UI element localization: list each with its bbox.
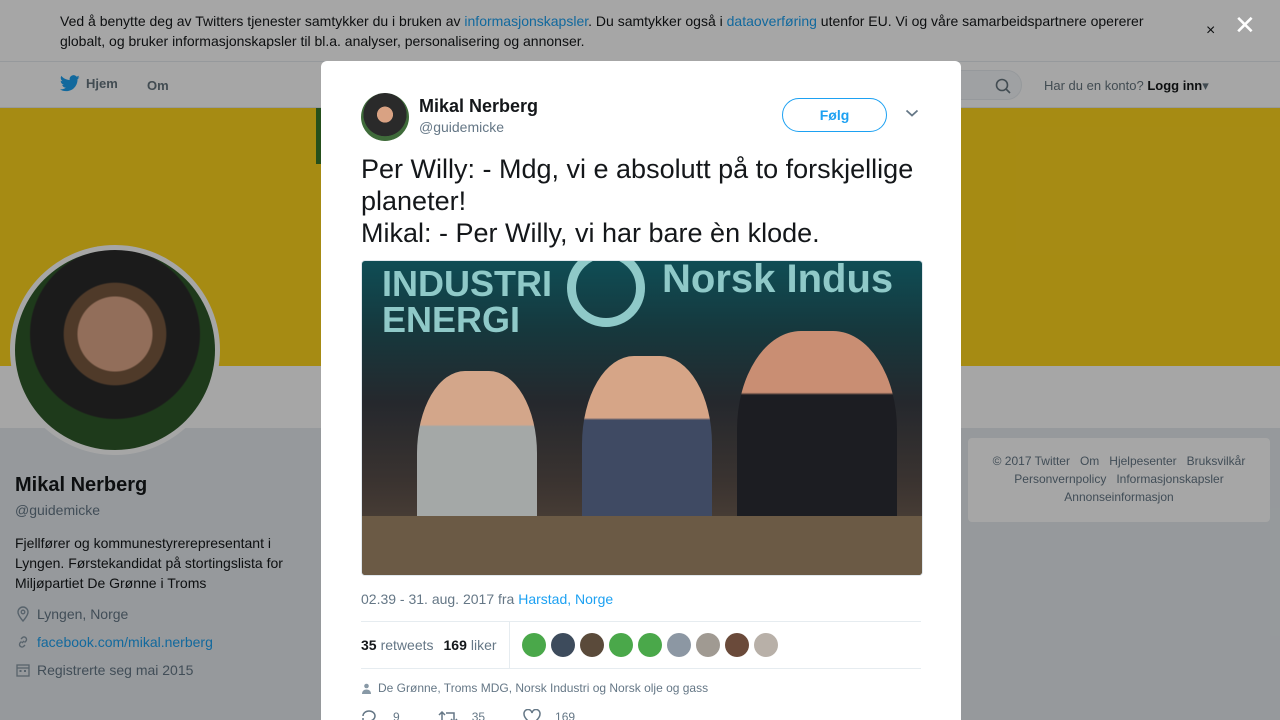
liker-avatar[interactable]	[637, 633, 662, 657]
tweet-line: Per Willy: - Mdg, vi e absolutt på to fo…	[361, 154, 914, 216]
timestamp-text: 02.39 - 31. aug. 2017 fra	[361, 591, 519, 607]
liker-avatar[interactable]	[579, 633, 604, 657]
liker-avatar[interactable]	[666, 633, 691, 657]
tweet-actions: 9 35 169	[361, 709, 613, 720]
reply-icon	[362, 710, 376, 720]
tweet-modal: Mikal Nerberg @guidemicke Følg Per Willy…	[321, 61, 961, 720]
reply-button[interactable]: 9	[361, 709, 400, 720]
follow-button[interactable]: Følg	[782, 98, 887, 132]
author-avatar[interactable]	[361, 93, 409, 141]
liker-avatars	[521, 633, 783, 657]
retweet-count: 35	[471, 710, 486, 720]
reply-count: 9	[393, 710, 400, 720]
likes-stat[interactable]: 169 liker	[444, 637, 497, 653]
heart-icon	[523, 709, 541, 720]
liker-avatar[interactable]	[550, 633, 575, 657]
chevron-down-icon[interactable]	[905, 108, 919, 118]
tweet-stats: 35 retweets 169 liker	[361, 621, 921, 669]
photo-logo-ring	[567, 261, 645, 327]
like-count: 169	[555, 710, 576, 720]
like-button[interactable]: 169	[523, 709, 575, 720]
mentions-text: De Grønne, Troms MDG, Norsk Industri og …	[378, 681, 709, 695]
tweet-mentions: De Grønne, Troms MDG, Norsk Industri og …	[361, 681, 708, 695]
photo-banner-text: Norsk Indus	[662, 260, 894, 301]
retweets-stat[interactable]: 35 retweets	[361, 637, 434, 653]
likes-count: 169	[443, 637, 467, 653]
retweets-count: 35	[361, 637, 377, 653]
liker-avatar[interactable]	[695, 633, 720, 657]
liker-avatar[interactable]	[608, 633, 633, 657]
tweet-text: Per Willy: - Mdg, vi e absolutt på to fo…	[361, 153, 921, 249]
photo-logo-text: INDUSTRI ENERGI	[382, 263, 552, 340]
retweet-button[interactable]: 35	[438, 709, 485, 720]
tweet-photo[interactable]: INDUSTRI ENERGI Norsk Indus	[361, 260, 923, 576]
tweet-timestamp: 02.39 - 31. aug. 2017 fra Harstad, Norge	[361, 591, 613, 607]
liker-avatar[interactable]	[753, 633, 778, 657]
tweet-line: Mikal: - Per Willy, vi har bare èn klode…	[361, 218, 820, 248]
liker-avatar[interactable]	[521, 633, 546, 657]
photo-table	[362, 516, 922, 575]
retweets-label: retweets	[380, 637, 434, 653]
stats-divider	[508, 621, 510, 669]
person-icon	[362, 683, 371, 694]
close-icon[interactable]: ✕	[1234, 12, 1256, 38]
liker-avatar[interactable]	[724, 633, 749, 657]
likes-label: liker	[470, 637, 497, 653]
retweet-icon	[438, 710, 458, 720]
author-handle[interactable]: @guidemicke	[419, 119, 504, 135]
place-link[interactable]: Harstad, Norge	[518, 591, 613, 607]
author-name[interactable]: Mikal Nerberg	[419, 96, 538, 117]
